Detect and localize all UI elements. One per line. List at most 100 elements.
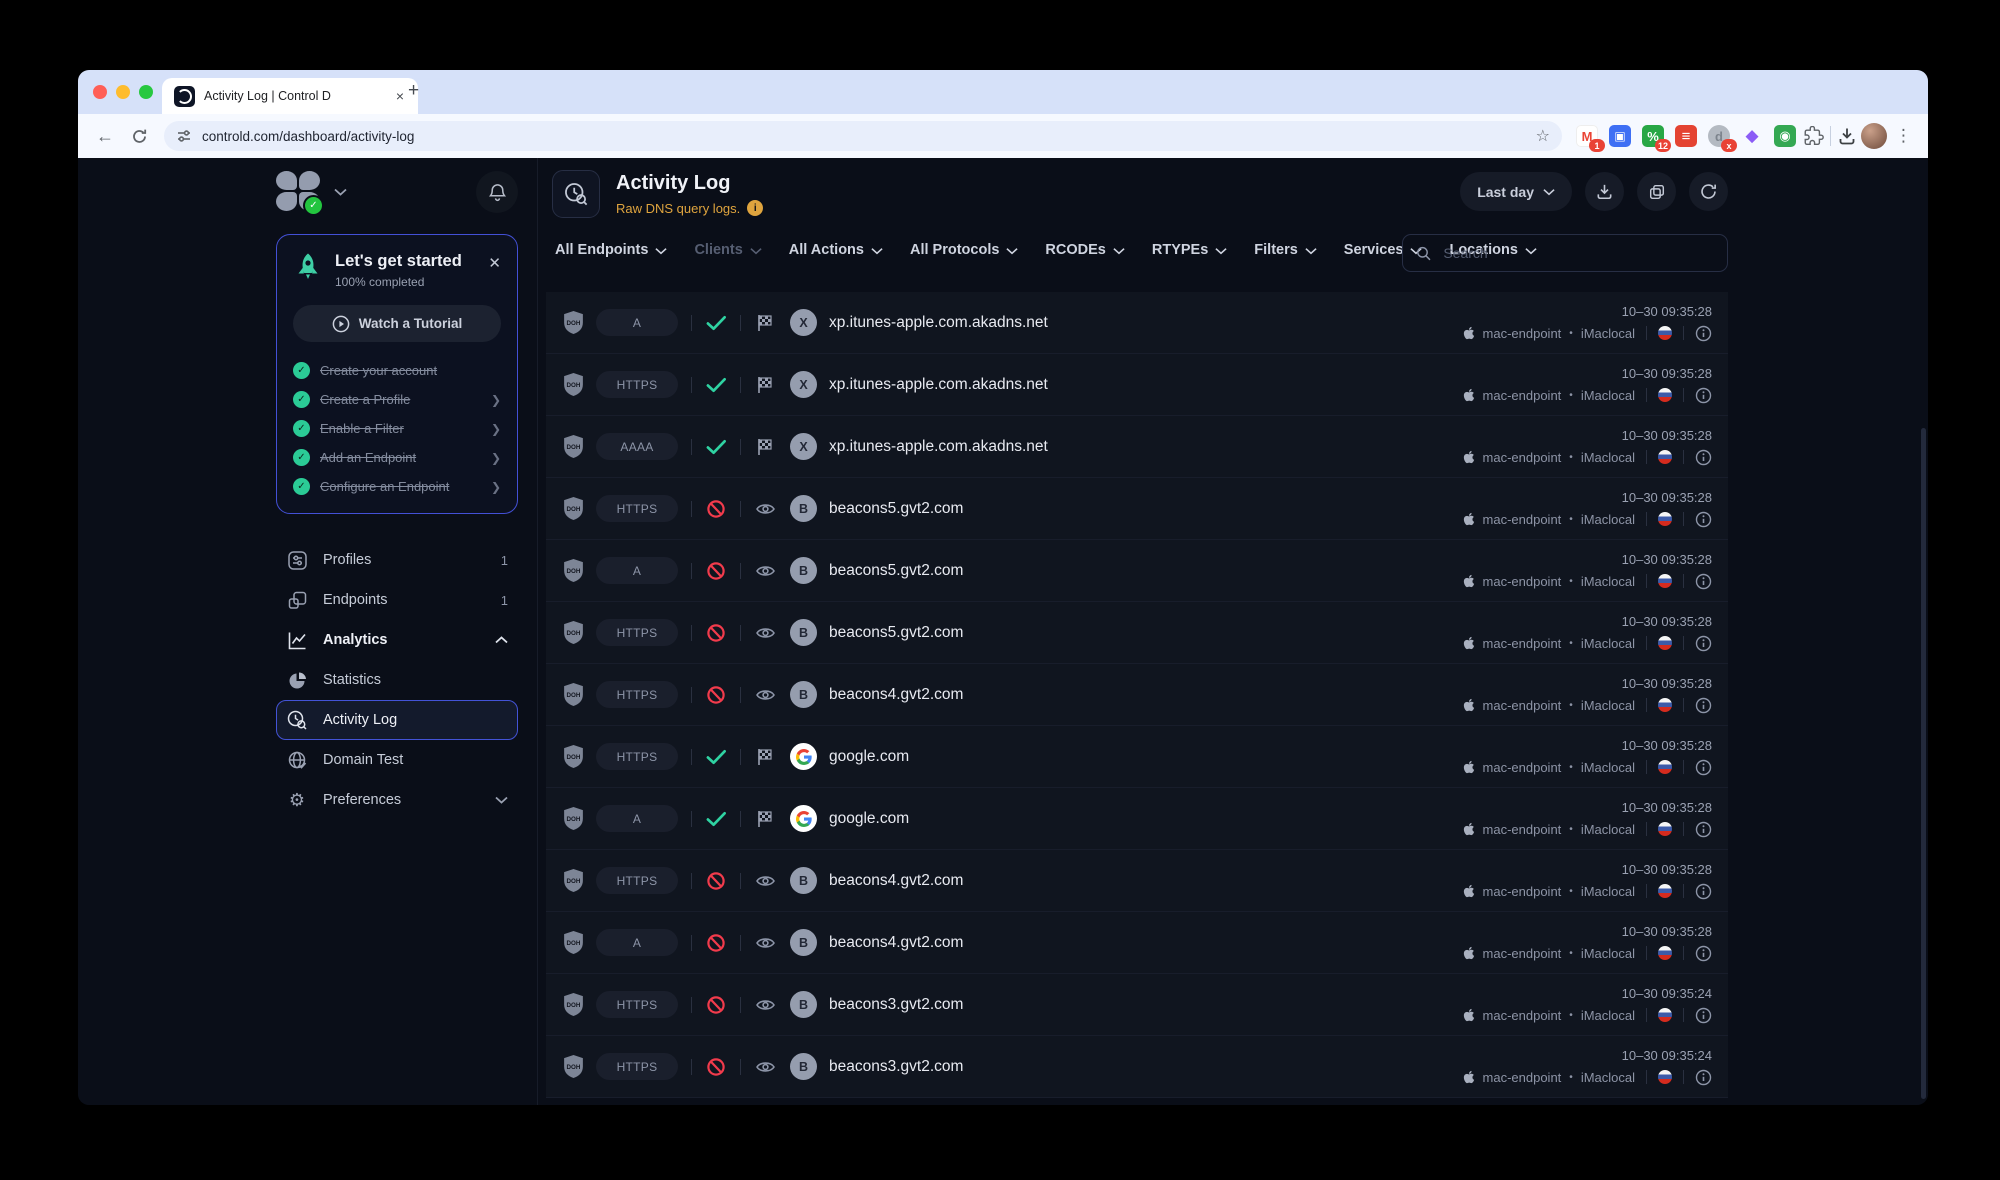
domain-name[interactable]: beacons4.gvt2.com — [829, 934, 963, 952]
row-info-icon[interactable] — [1695, 387, 1712, 404]
minimize-window-button[interactable] — [116, 85, 130, 99]
log-row[interactable]: DOH A G google.com — [546, 788, 1728, 850]
org-switcher-chevron-icon[interactable] — [334, 188, 347, 196]
log-row[interactable]: DOH HTTPS B beacons — [546, 974, 1728, 1036]
sidebar-item-profiles[interactable]: Profiles 1 — [276, 540, 518, 580]
log-row[interactable]: DOH AAAA X xp.itune — [546, 416, 1728, 478]
log-row[interactable]: DOH HTTPS B beacons — [546, 478, 1728, 540]
filter-dropdown[interactable]: Filters — [1254, 242, 1317, 258]
search-box[interactable] — [1402, 234, 1728, 272]
domain-name[interactable]: beacons5.gvt2.com — [829, 562, 963, 580]
reload-icon[interactable] — [124, 121, 154, 151]
eye-icon[interactable] — [755, 623, 776, 643]
profile-avatar[interactable] — [1861, 123, 1887, 149]
domain-name[interactable]: beacons3.gvt2.com — [829, 996, 963, 1014]
row-info-icon[interactable] — [1695, 945, 1712, 962]
onboarding-task[interactable]: ✓ Create your account ❯ — [293, 356, 501, 385]
browser-menu-icon[interactable]: ⋮ — [1891, 126, 1916, 146]
eye-icon[interactable] — [755, 933, 776, 953]
search-input[interactable] — [1441, 244, 1714, 262]
eye-icon[interactable] — [755, 1057, 776, 1077]
log-row[interactable]: DOH HTTPS B beacons — [546, 850, 1728, 912]
coupon-extension-icon[interactable]: 12 — [1642, 125, 1664, 147]
log-row[interactable]: DOH A B beacons5.gv — [546, 540, 1728, 602]
info-icon[interactable]: i — [747, 200, 763, 216]
onboarding-task[interactable]: ✓ Create a Profile ❯ — [293, 385, 501, 414]
sidebar-item-endpoints[interactable]: Endpoints 1 — [276, 580, 518, 620]
domain-name[interactable]: beacons5.gvt2.com — [829, 500, 963, 518]
log-row[interactable]: DOH HTTPS B beacons — [546, 1036, 1728, 1098]
zoom-window-button[interactable] — [139, 85, 153, 99]
new-tab-button[interactable]: + — [408, 80, 419, 102]
filter-dropdown[interactable]: All Endpoints — [555, 242, 667, 258]
eye-icon[interactable] — [755, 685, 776, 705]
row-info-icon[interactable] — [1695, 449, 1712, 466]
eye-icon[interactable] — [755, 499, 776, 519]
sidebar-item-preferences[interactable]: ⚙ Preferences — [276, 780, 518, 820]
sidebar-item-activity-log[interactable]: Activity Log — [276, 700, 518, 740]
export-download-button[interactable] — [1585, 172, 1624, 211]
log-row[interactable]: DOH HTTPS X xp.itun — [546, 354, 1728, 416]
copy-button[interactable] — [1637, 172, 1676, 211]
log-row[interactable]: DOH A X xp.itunes-a — [546, 292, 1728, 354]
eye-icon[interactable] — [755, 995, 776, 1015]
filter-dropdown[interactable]: Clients — [694, 242, 761, 258]
watch-tutorial-button[interactable]: Watch a Tutorial — [293, 305, 501, 342]
close-window-button[interactable] — [93, 85, 107, 99]
scrollbar-thumb[interactable] — [1921, 428, 1926, 1099]
privacy-shield-extension-icon[interactable] — [1609, 125, 1631, 147]
domain-name[interactable]: beacons3.gvt2.com — [829, 1058, 963, 1076]
notifications-button[interactable] — [476, 171, 518, 213]
filter-dropdown[interactable]: All Protocols — [910, 242, 1018, 258]
onboarding-task[interactable]: ✓ Configure an Endpoint ❯ — [293, 472, 501, 501]
domain-name[interactable]: google.com — [829, 748, 909, 766]
omnibox[interactable]: controld.com/dashboard/activity-log ☆ — [164, 121, 1562, 151]
refresh-button[interactable] — [1689, 172, 1728, 211]
log-row[interactable]: DOH A B beacons4.gv — [546, 912, 1728, 974]
filter-dropdown[interactable]: All Actions — [789, 242, 883, 258]
filter-dropdown[interactable]: RTYPEs — [1152, 242, 1227, 258]
domain-name[interactable]: beacons4.gvt2.com — [829, 872, 963, 890]
row-info-icon[interactable] — [1695, 325, 1712, 342]
time-range-select[interactable]: Last day — [1460, 172, 1572, 211]
row-info-icon[interactable] — [1695, 511, 1712, 528]
crystal-extension-icon[interactable] — [1741, 125, 1763, 147]
site-settings-icon[interactable] — [176, 128, 192, 144]
screen-capture-extension-icon[interactable] — [1774, 125, 1796, 147]
gmail-extension-icon[interactable]: 1 — [1576, 125, 1598, 147]
log-row[interactable]: DOH HTTPS B beacons — [546, 664, 1728, 726]
close-icon[interactable]: ✕ — [488, 254, 501, 272]
filter-dropdown[interactable]: RCODEs — [1045, 242, 1124, 258]
domain-name[interactable]: xp.itunes-apple.com.akadns.net — [829, 438, 1048, 456]
controld-logo[interactable]: ✓ — [276, 171, 322, 213]
row-info-icon[interactable] — [1695, 1007, 1712, 1024]
row-info-icon[interactable] — [1695, 697, 1712, 714]
domain-name[interactable]: xp.itunes-apple.com.akadns.net — [829, 376, 1048, 394]
back-icon[interactable]: ← — [90, 121, 120, 151]
extensions-puzzle-icon[interactable] — [1804, 126, 1824, 146]
log-row[interactable]: DOH HTTPS G google. — [546, 726, 1728, 788]
row-info-icon[interactable] — [1695, 1069, 1712, 1086]
onboarding-task[interactable]: ✓ Enable a Filter ❯ — [293, 414, 501, 443]
row-info-icon[interactable] — [1695, 883, 1712, 900]
downloads-icon[interactable] — [1837, 126, 1857, 146]
domain-name[interactable]: xp.itunes-apple.com.akadns.net — [829, 314, 1048, 332]
browser-tab[interactable]: Activity Log | Control D × — [162, 78, 418, 114]
row-info-icon[interactable] — [1695, 821, 1712, 838]
row-info-icon[interactable] — [1695, 635, 1712, 652]
tab-close-icon[interactable]: × — [394, 88, 406, 104]
todoist-extension-icon[interactable] — [1675, 125, 1697, 147]
eye-icon[interactable] — [755, 871, 776, 891]
sidebar-item-analytics[interactable]: Analytics — [276, 620, 518, 660]
domain-name[interactable]: beacons5.gvt2.com — [829, 624, 963, 642]
sidebar-item-statistics[interactable]: Statistics — [276, 660, 518, 700]
log-row[interactable]: DOH HTTPS B beacons — [546, 602, 1728, 664]
row-info-icon[interactable] — [1695, 759, 1712, 776]
eye-icon[interactable] — [755, 561, 776, 581]
bookmark-star-icon[interactable]: ☆ — [1536, 126, 1550, 146]
domain-name[interactable]: google.com — [829, 810, 909, 828]
sidebar-item-domain-test[interactable]: Domain Test — [276, 740, 518, 780]
domain-name[interactable]: beacons4.gvt2.com — [829, 686, 963, 704]
row-info-icon[interactable] — [1695, 573, 1712, 590]
onboarding-task[interactable]: ✓ Add an Endpoint ❯ — [293, 443, 501, 472]
